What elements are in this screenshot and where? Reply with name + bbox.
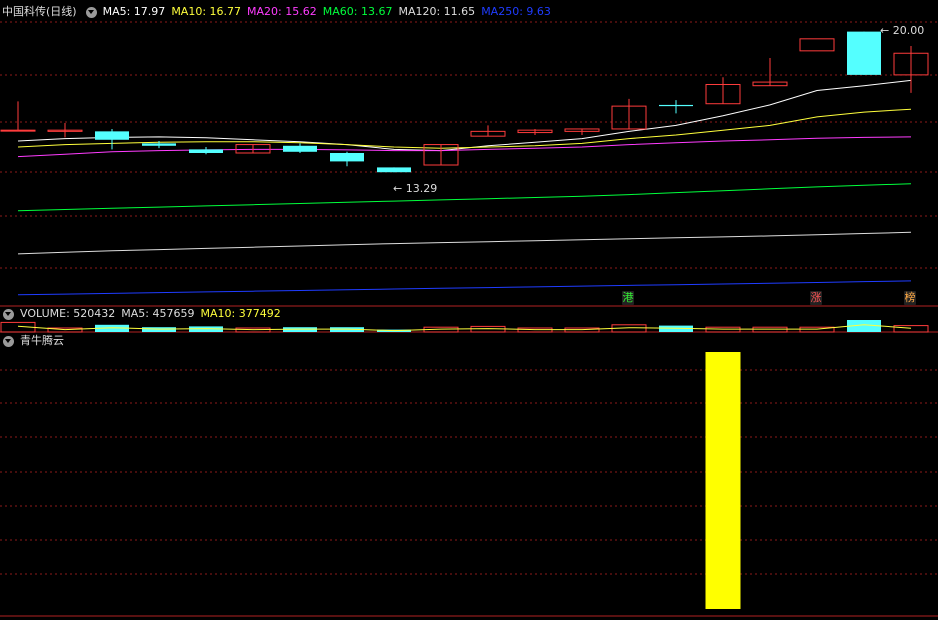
ma-line-ma250 <box>17 280 912 296</box>
ma-line-ma10 <box>17 108 912 149</box>
candle-body <box>283 145 317 152</box>
high-price-marker: ← 20.00 <box>880 24 924 37</box>
ma-line-ma60 <box>17 183 912 212</box>
candlestick-chart[interactable]: ← 20.00 ← 13.29 <box>0 0 938 620</box>
candle-body <box>847 31 881 75</box>
candle-body <box>659 104 693 107</box>
candle-body <box>142 143 176 146</box>
ma-line-ma120 <box>17 231 912 255</box>
candle-body <box>799 38 835 52</box>
volume-bar <box>893 325 929 333</box>
candle-body <box>95 131 129 140</box>
candle-body <box>189 149 223 153</box>
signal-bar <box>705 352 741 609</box>
volume-bar <box>705 326 741 333</box>
candle-body <box>377 167 411 173</box>
candle-body <box>0 129 36 132</box>
low-price-marker: ← 13.29 <box>393 182 437 195</box>
candle-body <box>330 152 364 162</box>
ma-line-ma20 <box>17 136 912 158</box>
